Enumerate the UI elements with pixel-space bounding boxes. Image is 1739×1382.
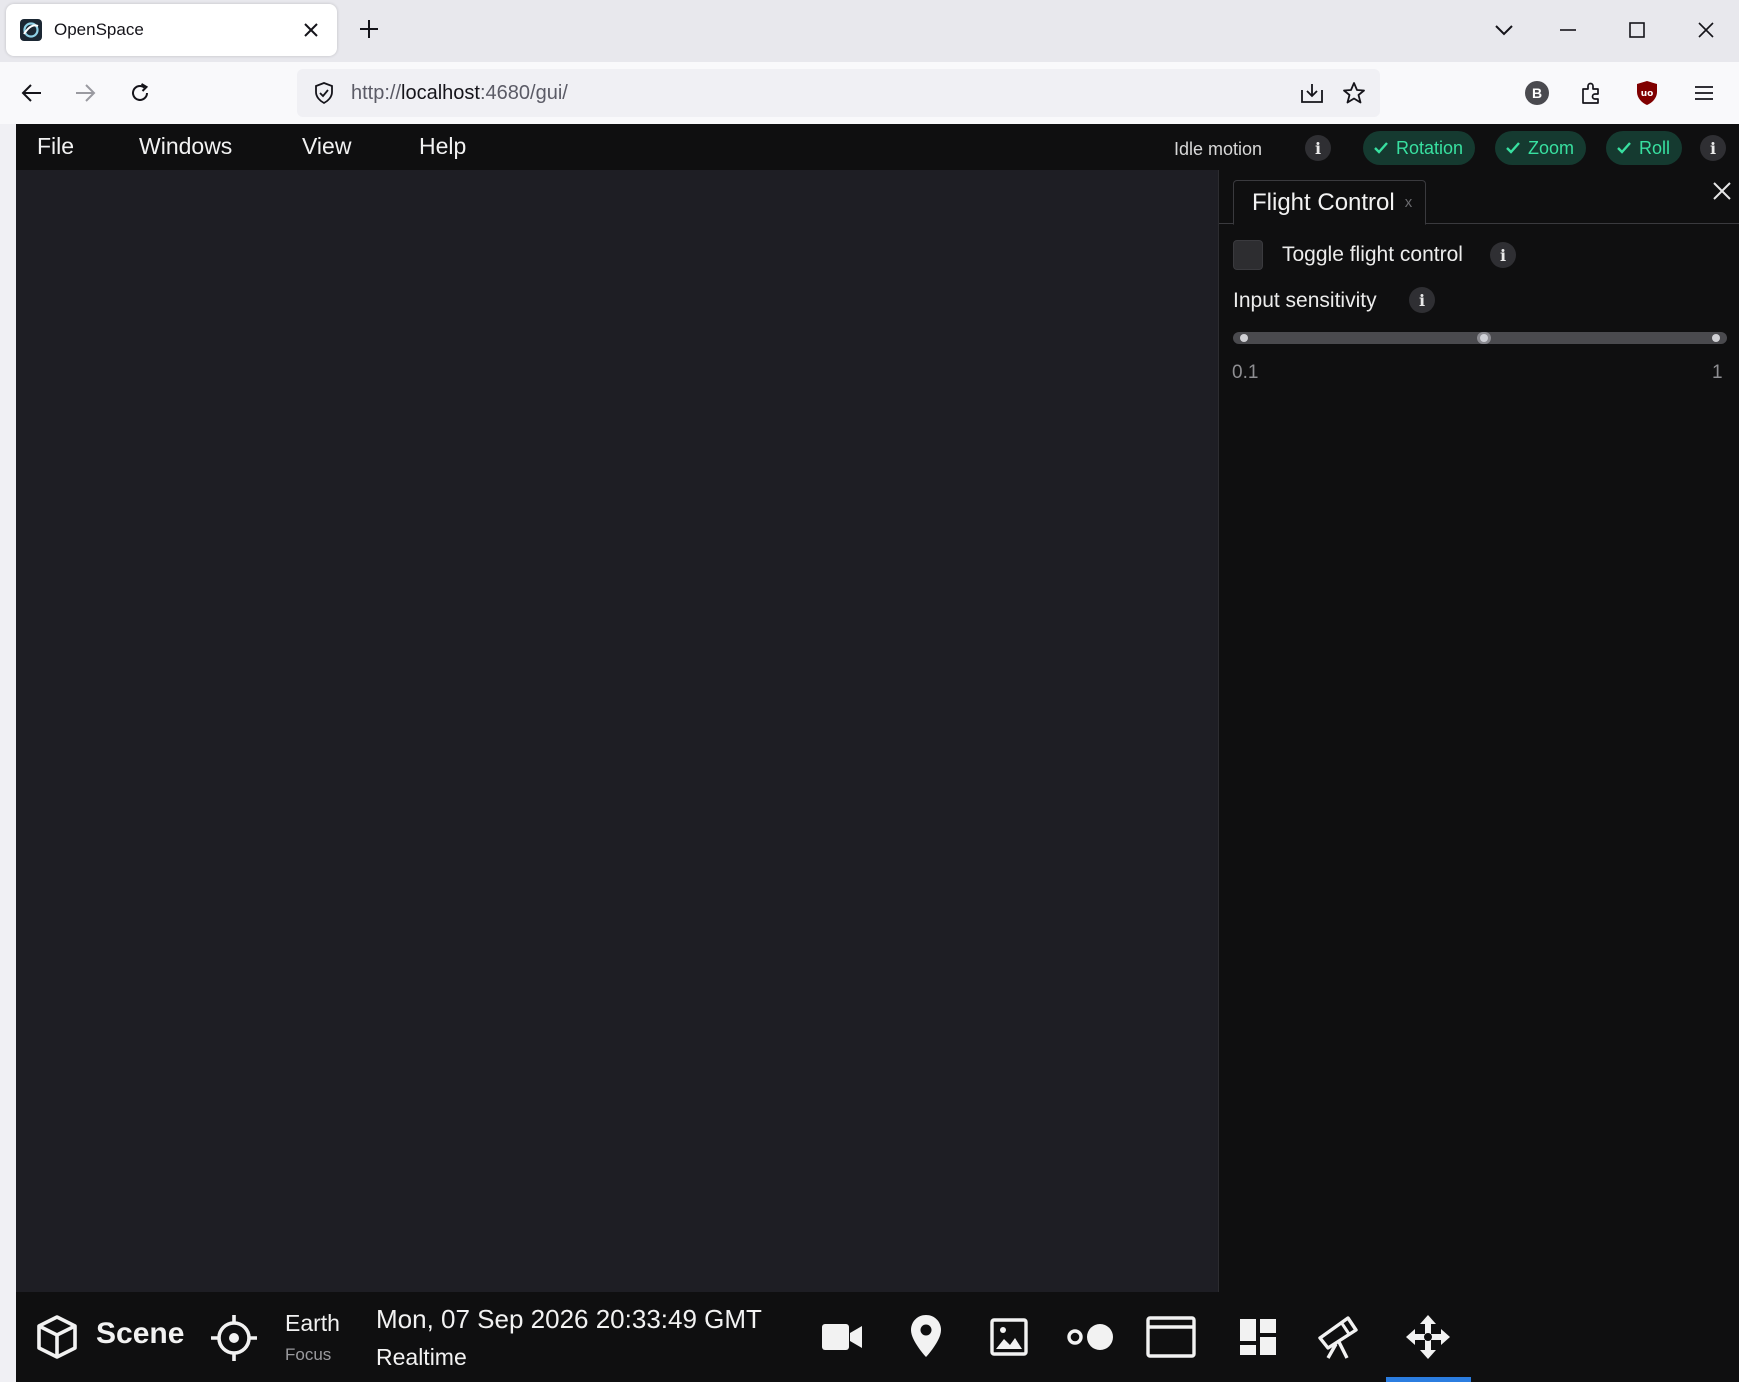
svg-text:uo: uo [1641,89,1654,99]
maximize-window-icon[interactable] [1621,14,1653,46]
ublock-shield-icon[interactable]: uo [1631,77,1663,109]
screen-space-image-icon[interactable] [986,1314,1032,1360]
close-window-icon[interactable] [1690,14,1722,46]
input-sensitivity-info-icon[interactable]: i [1409,287,1435,313]
browser-tab-openspace[interactable]: OpenSpace [6,4,337,56]
scene-label[interactable]: Scene [96,1317,184,1351]
menu-windows[interactable]: Windows [139,133,232,160]
reload-icon[interactable] [124,77,156,109]
tab-list-chevron-down-icon[interactable] [1488,14,1520,46]
minimize-window-icon[interactable] [1552,14,1584,46]
url-bar[interactable]: http://localhost:4680/gui/ [297,69,1380,117]
rotation-toggle-pill[interactable]: Rotation [1363,131,1476,165]
tracking-shield-icon[interactable] [309,78,339,108]
toggle-flight-control-label[interactable]: Toggle flight control [1282,243,1463,267]
browser-tab-title: OpenSpace [54,20,144,39]
rotation-pill-label: Rotation [1396,137,1464,158]
menu-help[interactable]: Help [419,133,466,160]
close-tab-x-icon[interactable]: x [1405,194,1413,211]
profile-avatar-icon[interactable]: B [1521,77,1553,109]
url-path: :4680/gui/ [479,81,568,104]
scene-cube-icon[interactable] [34,1314,80,1360]
bottom-toolbar: Scene Earth Focus Mon, 07 Sep 2026 20:33… [16,1292,1739,1382]
roll-pill-label: Roll [1639,137,1671,158]
flight-control-move-arrows-icon[interactable] [1403,1312,1453,1362]
forward-arrow-icon[interactable] [69,77,101,109]
exoplanets-system-icon[interactable] [1064,1314,1118,1360]
input-sensitivity-label: Input sensitivity [1233,289,1377,312]
close-panel-icon[interactable] [1709,178,1735,204]
slider-min-label: 0.1 [1232,362,1259,383]
roll-toggle-pill[interactable]: Roll [1606,131,1683,165]
idle-motion-info-icon[interactable]: i [1305,135,1331,161]
openspace-favicon-icon [20,19,42,41]
render-viewport[interactable] [16,170,1218,1292]
geo-location-pin-icon[interactable] [903,1312,949,1360]
url-text[interactable]: http://localhost:4680/gui/ [351,82,1296,105]
session-recording-camera-icon[interactable] [819,1314,865,1360]
url-host: localhost [401,81,480,104]
sky-browser-window-icon[interactable] [1144,1314,1198,1360]
panel-tab-strip: Flight Control x [1219,170,1739,225]
idle-motion-label[interactable]: Idle motion [1174,139,1262,160]
new-tab-plus-icon[interactable] [354,14,384,44]
active-tool-indicator [1386,1377,1471,1382]
menu-file[interactable]: File [37,133,74,160]
back-arrow-icon[interactable] [16,77,48,109]
zoom-pill-label: Zoom [1528,137,1575,158]
profile-badge-letter: B [1531,85,1543,101]
input-sensitivity-slider[interactable] [1233,332,1727,344]
slider-handle-dot [1480,334,1488,342]
motion-info-icon[interactable]: i [1700,135,1726,161]
extensions-puzzle-icon[interactable] [1575,77,1607,109]
menu-view[interactable]: View [302,133,351,160]
dashboard-layout-icon[interactable] [1235,1314,1281,1360]
flight-control-tab-label: Flight Control [1252,188,1395,216]
browser-navbar: http://localhost:4680/gui/ B uo [0,62,1739,124]
browser-tabstrip: OpenSpace [0,0,1739,62]
focus-node-name[interactable]: Earth [285,1310,340,1337]
simulation-time[interactable]: Mon, 07 Sep 2026 20:33:49 GMT [376,1304,762,1335]
close-tab-icon[interactable] [297,16,325,44]
focus-sub-label: Focus [285,1345,332,1364]
focus-crosshair-icon[interactable] [210,1314,258,1362]
save-page-download-icon[interactable] [1296,77,1328,109]
hamburger-menu-icon[interactable] [1688,77,1720,109]
toggle-flight-control-checkbox[interactable] [1233,240,1263,270]
check-icon [1506,142,1520,154]
slider-handle[interactable] [1477,332,1491,344]
time-mode-label[interactable]: Realtime [376,1344,467,1371]
tab-flight-control[interactable]: Flight Control x [1233,180,1426,225]
slider-max-dot [1712,334,1720,342]
flight-control-panel: Flight Control x Toggle flight control i… [1218,170,1739,1292]
url-scheme: http:// [351,81,402,104]
top-menubar: File Windows View Help Idle motion i Rot… [16,124,1739,170]
check-icon [1374,142,1388,154]
toggle-flight-control-info-icon[interactable]: i [1490,242,1516,268]
zoom-toggle-pill[interactable]: Zoom [1495,131,1587,165]
telescope-icon[interactable] [1313,1310,1363,1362]
slider-min-dot [1240,334,1248,342]
openspace-app: File Windows View Help Idle motion i Rot… [16,124,1739,1382]
slider-max-label: 1 [1712,362,1723,383]
check-icon [1617,142,1631,154]
bookmark-star-icon[interactable] [1338,77,1370,109]
